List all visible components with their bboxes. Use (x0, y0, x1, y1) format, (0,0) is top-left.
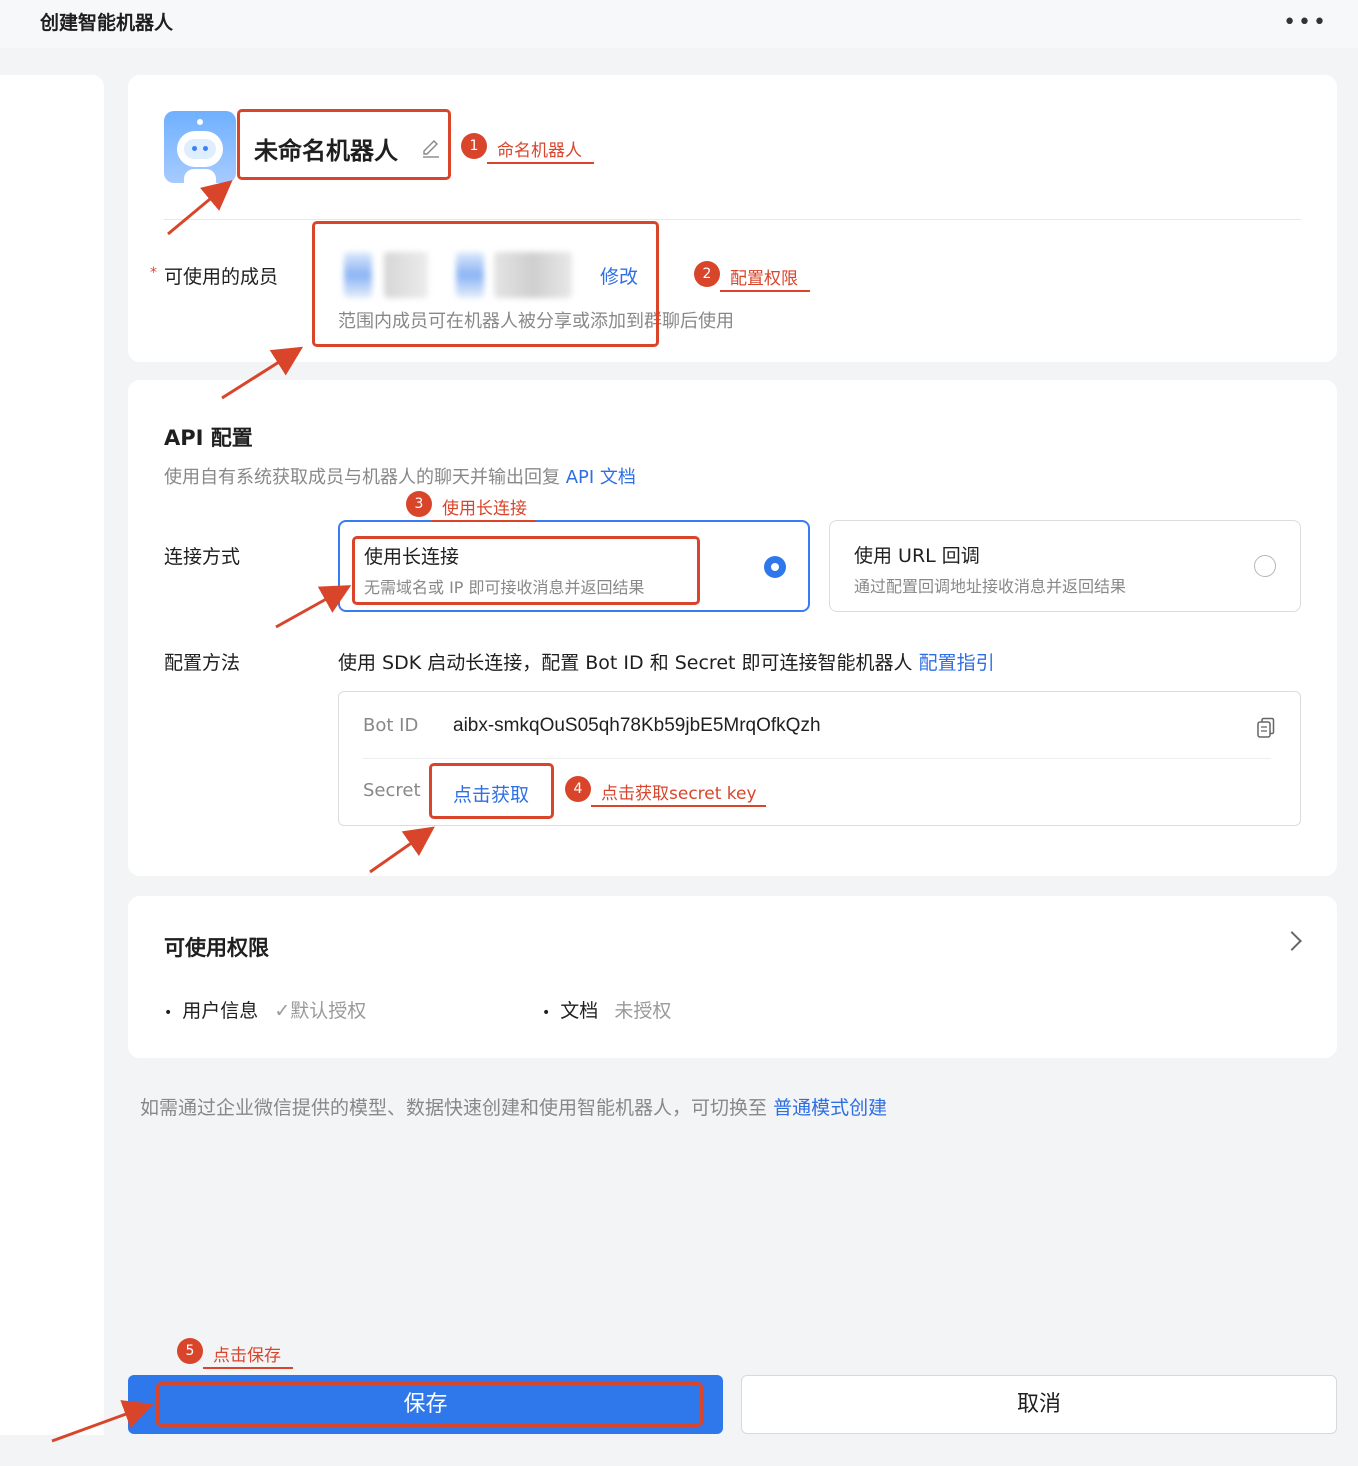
annotation-arrows (51, 180, 435, 1443)
